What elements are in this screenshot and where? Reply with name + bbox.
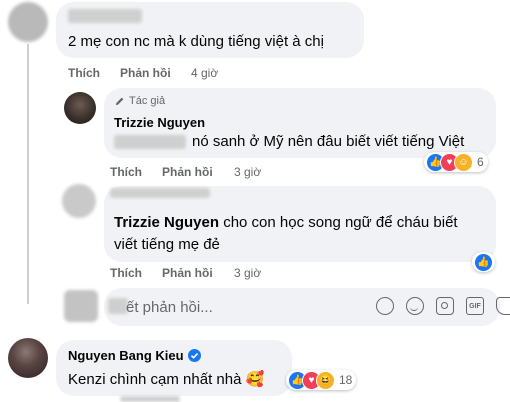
mention-redacted [114, 135, 186, 149]
reply-button[interactable]: Phản hồi [162, 266, 213, 280]
author-badge-label: Tác giả [129, 95, 166, 107]
comment-bubble: Nguyen Bang Kieu Kenzi chình cạm nhất nh… [56, 340, 292, 396]
like-button[interactable]: Thích [68, 66, 100, 80]
sticker-icon[interactable] [376, 297, 394, 315]
comment-author-row: Nguyen Bang Kieu [68, 348, 201, 363]
camera-icon[interactable] [436, 297, 454, 315]
input-placeholder-redacted [108, 298, 128, 314]
author-avatar[interactable] [64, 92, 96, 124]
reply-text-line1: Trizzie Nguyen cho con học song ngữ để c… [114, 214, 458, 231]
comment-text: 2 mẹ con nc mà k dùng tiếng việt à chị [68, 33, 324, 50]
smiling-hearts-emoji: 🥰 [245, 371, 265, 388]
gif-icon[interactable]: GIF [466, 297, 484, 315]
reaction-summary[interactable]: 👍 [472, 252, 495, 272]
commenter-avatar[interactable] [8, 2, 48, 42]
reply-input[interactable]: ết phản hồi... GIF [104, 288, 510, 326]
comment-author-name[interactable]: Nguyen Bang Kieu [68, 348, 184, 363]
like-reaction-icon: 👍 [474, 252, 493, 272]
commenter-name-redacted [68, 9, 142, 23]
timestamp[interactable]: 4 giờ [191, 66, 218, 80]
like-button[interactable]: Thích [110, 266, 142, 280]
reaction-summary[interactable]: 👍 ♥ 😆 18 [286, 370, 357, 390]
reaction-count: 18 [339, 373, 353, 387]
reaction-summary[interactable]: 👍 ♥ ☺ 6 [424, 152, 488, 172]
author-badge: Tác giả [114, 95, 165, 107]
reply-text: cho con học song ngữ để cháu biết [223, 214, 458, 231]
reply-author-name[interactable]: Trizzie Nguyen [114, 115, 205, 130]
reply-input-placeholder: ết phản hồi... [126, 299, 213, 316]
timestamp[interactable]: 3 giờ [234, 266, 261, 280]
reply-button[interactable]: Phản hồi [120, 66, 171, 80]
replier-name-redacted [110, 188, 210, 198]
reply-button[interactable]: Phản hồi [162, 165, 213, 179]
mention-tag[interactable]: Trizzie Nguyen [114, 214, 219, 231]
next-item-redacted [120, 396, 180, 402]
reaction-count: 6 [477, 155, 484, 169]
like-button[interactable]: Thích [110, 165, 142, 179]
comment-bubble: 2 mẹ con nc mà k dùng tiếng việt à chị [56, 2, 364, 58]
pencil-icon [115, 97, 124, 105]
sticker-square-icon[interactable] [496, 297, 510, 315]
timestamp[interactable]: 3 giờ [234, 165, 261, 179]
reply-bubble: Trizzie Nguyen cho con học song ngữ để c… [104, 186, 496, 262]
reply-text-line2: viết tiếng mẹ đẻ [114, 236, 220, 253]
my-avatar [64, 290, 98, 322]
verified-badge-icon [187, 349, 201, 362]
comment-text: Kenzi chình cạm nhất nhà [68, 371, 242, 388]
commenter-avatar[interactable] [8, 338, 48, 378]
thread-line [27, 44, 29, 304]
reply-text: nó sanh ở Mỹ nên đâu biết viết tiếng Việ… [192, 133, 465, 150]
composer-tools: GIF [376, 297, 510, 315]
care-reaction-icon: ☺ [454, 152, 473, 172]
replier-avatar[interactable] [62, 184, 96, 218]
comment-text-row: Kenzi chình cạm nhất nhà 🥰 [68, 370, 264, 388]
haha-reaction-icon: 😆 [316, 370, 335, 390]
emoji-icon[interactable] [406, 297, 424, 315]
reply-bubble: Tác giả Trizzie Nguyen nó sanh ở Mỹ nên … [104, 88, 496, 158]
